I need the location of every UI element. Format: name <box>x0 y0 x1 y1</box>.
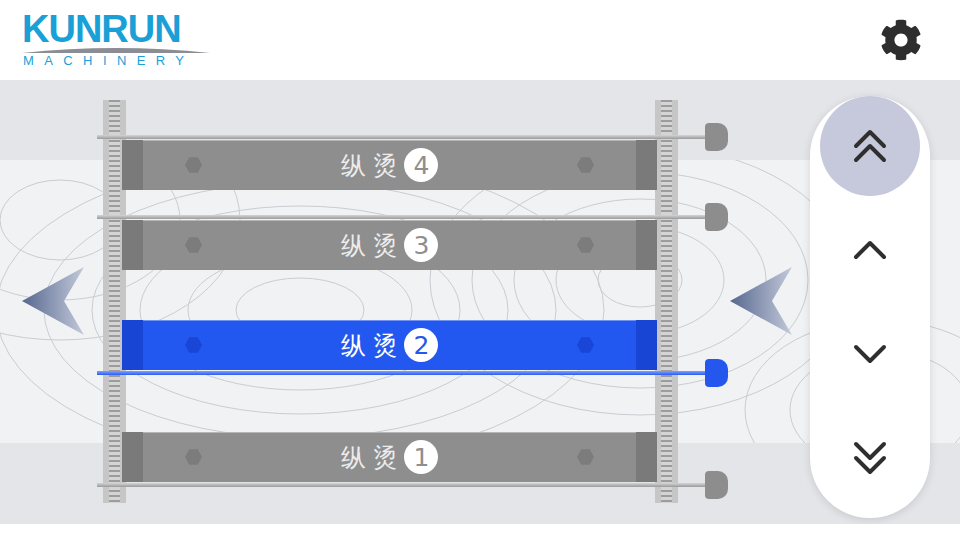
ironing-bar[interactable]: 纵 烫3 <box>97 214 728 270</box>
bar-list: 纵 烫4 纵 烫3 纵 烫2 纵 烫1 <box>0 80 800 488</box>
header: KUNRUN MACHINERY <box>0 0 960 80</box>
bolt-icon <box>185 449 202 466</box>
logo-tagline: MACHINERY <box>22 53 194 69</box>
screen: KUNRUN MACHINERY 纵 烫4 纵 烫3 纵 烫2 纵 烫1 <box>0 0 960 544</box>
up-button[interactable] <box>820 200 920 300</box>
bar-number: 1 <box>404 440 438 474</box>
bolt-icon <box>577 157 594 174</box>
footer <box>0 524 960 544</box>
down-icon <box>848 332 892 376</box>
ironing-bar[interactable]: 纵 烫1 <box>97 432 728 488</box>
bar-number: 4 <box>404 148 438 182</box>
rack-diagram: 纵 烫4 纵 烫3 纵 烫2 纵 烫1 <box>0 80 800 524</box>
fast-up-icon <box>848 124 892 168</box>
bar-number: 2 <box>404 328 438 362</box>
down-button[interactable] <box>820 304 920 404</box>
bar-rod <box>97 482 728 488</box>
rack-post <box>655 100 678 503</box>
rod-knob <box>705 359 728 387</box>
bar-label: 纵 烫3 <box>341 228 439 262</box>
fast-down-button[interactable] <box>820 408 920 508</box>
bar-number: 3 <box>404 228 438 262</box>
bar-label: 纵 烫1 <box>341 440 439 474</box>
feed-arrow-right-icon <box>728 265 794 337</box>
bar-label: 纵 烫4 <box>341 148 439 182</box>
bolt-icon <box>185 237 202 254</box>
fast-down-icon <box>848 436 892 480</box>
fast-up-button[interactable] <box>820 96 920 196</box>
ironing-bar[interactable]: 纵 烫2 <box>97 320 728 376</box>
bolt-icon <box>577 237 594 254</box>
ironing-bar[interactable]: 纵 烫4 <box>97 134 728 190</box>
move-controls <box>810 96 930 518</box>
rod-knob <box>705 203 728 231</box>
bar-rod <box>97 370 728 376</box>
bolt-icon <box>185 157 202 174</box>
bolt-icon <box>185 337 202 354</box>
gear-icon[interactable] <box>880 19 922 61</box>
machine-view: 纵 烫4 纵 烫3 纵 烫2 纵 烫1 <box>0 80 960 524</box>
rod-knob <box>705 123 728 151</box>
rod-knob <box>705 471 728 499</box>
bar-label: 纵 烫2 <box>341 328 439 362</box>
logo-swoosh-icon <box>22 45 210 53</box>
feed-arrow-left-icon <box>20 265 86 337</box>
logo: KUNRUN MACHINERY <box>22 11 210 69</box>
bolt-icon <box>577 337 594 354</box>
up-icon <box>848 228 892 272</box>
logo-name: KUNRUN <box>22 11 181 47</box>
bolt-icon <box>577 449 594 466</box>
